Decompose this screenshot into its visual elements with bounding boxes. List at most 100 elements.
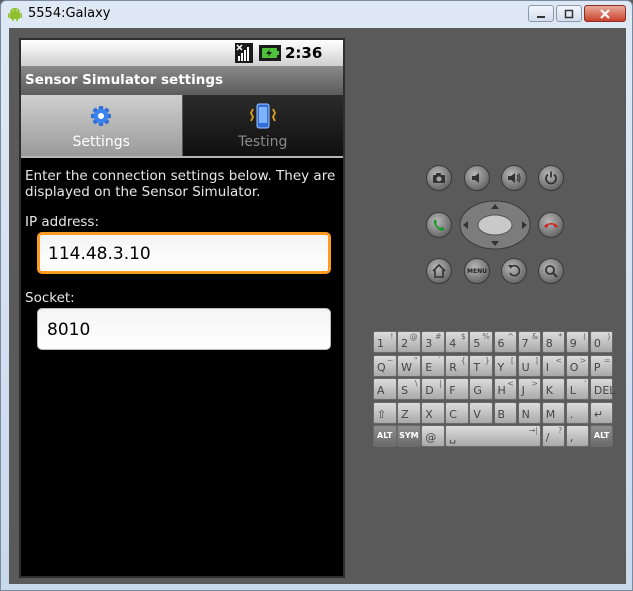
key-label: . xyxy=(569,407,574,421)
key-alt-label: > xyxy=(531,379,539,388)
key-row1-4[interactable]: 5% xyxy=(469,331,493,353)
key-row2-7[interactable]: I < xyxy=(541,354,566,377)
key-row2-9[interactable]: P = xyxy=(589,354,614,377)
key-row5-2[interactable]: @ xyxy=(421,425,445,447)
key-label: P xyxy=(593,360,601,374)
key-label: 5 xyxy=(473,337,481,350)
key-row4-4[interactable]: V xyxy=(469,401,493,424)
window-title: 5554:Galaxy xyxy=(28,6,111,21)
key-label: ALT xyxy=(593,431,610,440)
key-row3-1[interactable]: S \ xyxy=(397,378,421,400)
tab-testing[interactable]: Testing xyxy=(181,95,343,156)
key-row5-6[interactable]: ALT xyxy=(589,425,614,447)
end-call-button[interactable] xyxy=(538,212,564,238)
key-row1-8[interactable]: 9( xyxy=(565,331,590,353)
volume-up-button[interactable] xyxy=(501,165,527,191)
key-row3-4[interactable]: G xyxy=(469,378,493,400)
power-icon xyxy=(545,171,557,185)
key-label: SYM xyxy=(399,431,419,440)
dpad[interactable] xyxy=(459,200,531,250)
key-row2-4[interactable]: T} xyxy=(469,354,493,377)
key-row2-2[interactable]: E ` xyxy=(421,354,445,377)
key-label: Q xyxy=(377,360,386,374)
key-row4-2[interactable]: X xyxy=(421,401,445,424)
key-row5-3[interactable]: ␣ →| xyxy=(445,425,542,447)
key-row1-9[interactable]: 0) xyxy=(589,331,614,353)
key-alt-label: < xyxy=(555,355,563,365)
key-row3-2[interactable]: D | xyxy=(421,378,445,400)
key-alt-label: ~ xyxy=(386,355,394,365)
key-row1-5[interactable]: 6 ^ xyxy=(493,331,517,353)
key-row4-0[interactable]: ⇧ xyxy=(373,401,397,424)
key-alt-label: ' xyxy=(584,379,587,388)
menu-button[interactable]: MENU xyxy=(464,258,490,284)
android-icon xyxy=(8,8,22,21)
key-row3-0[interactable]: A xyxy=(373,378,397,400)
key-label: , xyxy=(569,431,574,444)
key-row3-6[interactable]: J > xyxy=(517,378,542,400)
key-row4-9[interactable]: ↵ xyxy=(589,401,614,424)
key-row2-8[interactable]: O > xyxy=(565,354,590,377)
key-row2-3[interactable]: R{ xyxy=(445,354,469,377)
minimize-button[interactable] xyxy=(528,5,554,22)
key-row3-8[interactable]: L ' xyxy=(565,378,590,400)
key-row2-5[interactable]: Y[ xyxy=(493,354,517,377)
emulator-client-area: 2:36 PM Sensor Simulator settings xyxy=(9,28,626,584)
close-icon xyxy=(600,8,610,19)
key-label: 6 xyxy=(497,337,505,350)
back-button[interactable] xyxy=(501,258,527,284)
key-row2-6[interactable]: U] xyxy=(517,354,542,377)
search-button[interactable] xyxy=(538,258,564,284)
close-button[interactable] xyxy=(584,5,626,22)
battery-charging-icon xyxy=(259,45,281,61)
key-row1-7[interactable]: 8 * xyxy=(541,331,566,353)
status-bar[interactable]: 2:36 PM xyxy=(21,40,343,79)
key-label: / xyxy=(545,431,550,444)
app-title-bar: Sensor Simulator settings xyxy=(21,66,343,95)
title-bar[interactable]: 5554:Galaxy xyxy=(1,1,632,27)
key-row3-5[interactable]: H < xyxy=(493,378,517,400)
key-row5-5[interactable]: , xyxy=(565,425,590,447)
tab-settings[interactable]: Settings xyxy=(21,95,182,156)
key-row3-9[interactable]: DEL xyxy=(589,378,615,400)
key-row4-6[interactable]: N xyxy=(517,401,542,424)
volume-down-icon xyxy=(472,173,479,183)
key-row2-0[interactable]: Q ~ xyxy=(373,354,397,377)
key-label: N xyxy=(521,407,530,421)
key-row3-3[interactable]: F xyxy=(445,378,469,400)
key-label: U xyxy=(521,360,530,374)
key-label: V xyxy=(473,407,481,421)
key-row4-3[interactable]: C xyxy=(445,401,469,424)
key-row1-3[interactable]: 4 $ xyxy=(445,331,469,353)
key-alt-label: ^ xyxy=(507,332,514,341)
ip-address-field[interactable]: 114.48.3.10 xyxy=(37,232,331,274)
key-row5-0[interactable]: ALT xyxy=(373,425,397,447)
key-row5-1[interactable]: SYM xyxy=(397,425,421,447)
key-label: Y xyxy=(497,360,505,374)
camera-button[interactable] xyxy=(426,165,452,191)
key-alt-label: →| xyxy=(528,426,539,435)
key-row5-4[interactable]: /? xyxy=(541,425,566,447)
power-button[interactable] xyxy=(538,165,564,191)
key-row1-6[interactable]: 7 & xyxy=(517,331,542,353)
key-label: ␣ xyxy=(449,431,457,444)
camera-icon xyxy=(433,173,445,183)
key-row4-7[interactable]: M xyxy=(541,401,566,424)
volume-down-button[interactable] xyxy=(464,165,490,191)
key-label: ↵ xyxy=(593,407,604,421)
call-button[interactable] xyxy=(426,212,452,238)
maximize-button[interactable] xyxy=(556,5,582,22)
key-row4-8[interactable]: . xyxy=(565,401,590,424)
key-row1-1[interactable]: 2 @ xyxy=(397,331,421,353)
socket-field[interactable]: 8010 xyxy=(37,308,331,350)
key-row4-5[interactable]: B xyxy=(493,401,517,424)
key-label: 9 xyxy=(569,337,577,350)
key-row1-0[interactable]: 1! xyxy=(373,331,397,353)
key-row2-1[interactable]: W " xyxy=(397,354,421,377)
key-row1-2[interactable]: 3 # xyxy=(421,331,445,353)
key-row4-1[interactable]: Z xyxy=(397,401,421,424)
signal-icon xyxy=(235,43,253,63)
key-alt-label: | xyxy=(438,379,442,388)
key-row3-7[interactable]: K xyxy=(541,378,566,400)
home-button[interactable] xyxy=(426,258,452,284)
